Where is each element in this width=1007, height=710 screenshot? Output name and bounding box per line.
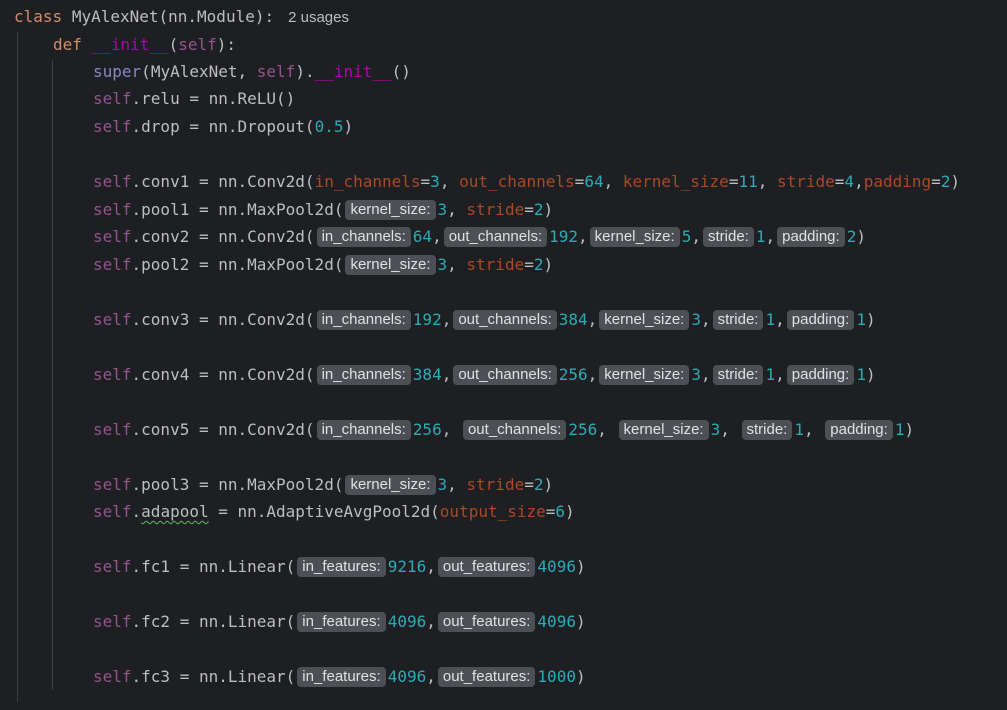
usages-hint[interactable]: 2 usages (288, 9, 349, 26)
inlay-hint-padding: padding: (786, 365, 855, 385)
adapool-attr[interactable]: adapool (141, 502, 208, 521)
code-line-fc3[interactable]: self.fc3 = nn.Linear(in_features: 4096, ou… (93, 663, 586, 690)
code-line-pool3[interactable]: self.pool3 = nn.MaxPool2d(kernel_size: 3,… (93, 471, 553, 498)
inlay-hint-kernel-size: kernel_size: (345, 475, 436, 495)
inlay-hint-out-channels: out_channels: (443, 227, 548, 247)
inlay-hint-stride: stride: (712, 365, 764, 385)
inlay-hint-in-channels: in_channels: (316, 227, 411, 247)
code-line-dropout[interactable]: self.drop = nn.Dropout(0.5) (93, 113, 353, 140)
inlay-hint-stride: stride: (741, 420, 793, 440)
inlay-hint-out-channels: out_channels: (462, 420, 567, 440)
inlay-hint-in-features: in_features: (297, 612, 386, 632)
code-line-fc1[interactable]: self.fc1 = nn.Linear(in_features: 9216, ou… (93, 553, 586, 580)
indent-guide-outer (17, 32, 18, 702)
inlay-hint-kernel-size: kernel_size: (599, 365, 690, 385)
code-line-conv4[interactable]: self.conv4 = nn.Conv2d(in_channels: 384, o… (93, 361, 876, 388)
inlay-hint-in-features: in_features: (297, 667, 386, 687)
inlay-hint-out-channels: out_channels: (453, 310, 557, 330)
inlay-hint-kernel-size: kernel_size: (345, 200, 436, 220)
keyword-class: class (14, 7, 63, 26)
code-line-adapool[interactable]: self.adapool = nn.AdaptiveAvgPool2d(outp… (93, 498, 575, 525)
indent-guide-inner (52, 60, 53, 690)
code-line-def-init[interactable]: def __init__(self): (53, 31, 236, 58)
builtin-super: super (93, 62, 142, 81)
inlay-hint-stride: stride: (712, 310, 764, 330)
inlay-hint-kernel-size: kernel_size: (599, 310, 690, 330)
code-line-fc2[interactable]: self.fc2 = nn.Linear(in_features: 4096, ou… (93, 608, 586, 635)
code-line-conv5[interactable]: self.conv5 = nn.Conv2d(in_channels: 256, … (93, 416, 914, 443)
inlay-hint-stride: stride: (702, 227, 754, 247)
inlay-hint-in-channels: in_channels: (316, 365, 411, 385)
code-line-pool2[interactable]: self.pool2 = nn.MaxPool2d(kernel_size: 3,… (93, 251, 553, 278)
inlay-hint-kernel-size: kernel_size: (618, 420, 709, 440)
init-name: __init__ (91, 35, 169, 54)
code-editor[interactable]: class MyAlexNet(nn.Module): 2 usages def … (0, 0, 1007, 710)
code-line-super[interactable]: super(MyAlexNet, self).__init__() (93, 58, 411, 85)
inlay-hint-out-features: out_features: (437, 612, 536, 632)
inlay-hint-out-features: out_features: (437, 557, 536, 577)
code-line-conv1[interactable]: self.conv1 = nn.Conv2d(in_channels=3, ou… (93, 168, 960, 195)
inlay-hint-out-features: out_features: (437, 667, 536, 687)
inlay-hint-in-features: in_features: (297, 557, 386, 577)
self-param: self (178, 35, 217, 54)
inlay-hint-kernel-size: kernel_size: (345, 255, 436, 275)
inlay-hint-padding: padding: (777, 227, 845, 247)
inlay-hint-in-channels: in_channels: (316, 310, 411, 330)
inlay-hint-kernel-size: kernel_size: (589, 227, 680, 247)
inlay-hint-out-channels: out_channels: (453, 365, 557, 385)
inlay-hint-padding: padding: (786, 310, 855, 330)
inlay-hint-in-channels: in_channels: (316, 420, 411, 440)
class-name: MyAlexNet(nn.Module): (71, 7, 275, 26)
keyword-def: def (53, 35, 82, 54)
code-line-class[interactable]: class MyAlexNet(nn.Module): 2 usages (14, 3, 349, 30)
code-line-relu[interactable]: self.relu = nn.ReLU() (93, 85, 295, 112)
code-line-conv2[interactable]: self.conv2 = nn.Conv2d(in_channels: 64, ou… (93, 223, 866, 250)
inlay-hint-padding: padding: (825, 420, 893, 440)
code-line-pool1[interactable]: self.pool1 = nn.MaxPool2d(kernel_size: 3,… (93, 196, 553, 223)
code-line-conv3[interactable]: self.conv3 = nn.Conv2d(in_channels: 192, o… (93, 306, 876, 333)
